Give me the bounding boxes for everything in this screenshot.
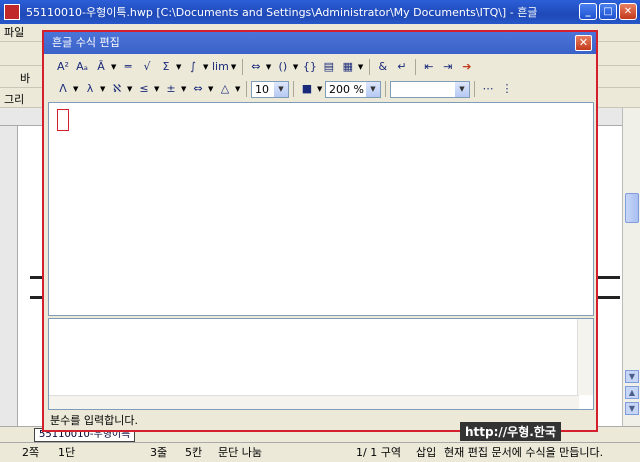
zoom-value: 200 % <box>329 82 364 96</box>
equation-toolbar-2: Λ ▼ λ ▼ ℵ ▼ ≤ ▼ ± ▼ ⇔ ▼ △ ▼ 10 ▼ ■ ▼ 200 % ▼ ▼ ⋯ ⋮ <box>48 78 594 100</box>
status-page: 2쪽 <box>22 446 40 459</box>
limit-icon[interactable]: lim <box>211 58 230 76</box>
minimize-button[interactable]: _ <box>579 3 597 20</box>
equation-script-area[interactable] <box>48 318 594 410</box>
bg-label-1: 바 <box>20 72 31 85</box>
status-column: 1단 <box>58 446 76 459</box>
equation-toolbar-1: A² Aₐ Ā ▼ ═ √ Σ ▼ ∫ ▼ lim ▼ ⇔ ▼ () ▼ {} ▤ ▦ ▼ &… <box>48 56 594 78</box>
scroll-thumb[interactable] <box>625 193 639 223</box>
font-size-select[interactable]: 10 ▼ <box>251 80 289 98</box>
root-icon[interactable]: √ <box>138 58 156 76</box>
spacing-icon[interactable]: ⋯ <box>479 80 497 98</box>
status-split: 문단 나눔 <box>218 446 262 459</box>
status-bar: 2쪽 1단 3줄 5칸 문단 나눔 1/ 1 구역 삽입 현재 편집 문서에 수… <box>0 442 640 462</box>
misc-symbol-icon[interactable]: △ <box>216 80 234 98</box>
vertical-dots-icon[interactable]: ⋮ <box>498 80 516 98</box>
page-up-icon[interactable]: ▲ <box>625 386 639 399</box>
dialog-title: 흔글 수식 편집 <box>44 32 596 54</box>
newline-icon[interactable]: ↵ <box>393 58 411 76</box>
prev-icon[interactable]: ⇤ <box>420 58 438 76</box>
vertical-ruler <box>0 126 18 426</box>
matrix-icon[interactable]: ▤ <box>320 58 338 76</box>
dialog-status-text: 분수를 입력합니다. <box>50 414 138 427</box>
font-size-value: 10 <box>255 82 269 96</box>
subscript-icon[interactable]: Aₐ <box>73 58 91 76</box>
page-down-icon[interactable]: ▼ <box>625 402 639 415</box>
bg-label-2: 그리 <box>4 93 25 106</box>
greek-upper-icon[interactable]: Λ <box>54 80 72 98</box>
script-vscroll[interactable] <box>577 319 593 395</box>
status-line: 3줄 <box>150 446 168 459</box>
brace-icon[interactable]: {} <box>301 58 319 76</box>
color-icon[interactable]: ■ <box>298 80 316 98</box>
insert-exit-icon[interactable]: ➔ <box>458 58 476 76</box>
script-hscroll[interactable] <box>49 395 579 409</box>
relation-icon[interactable]: ≤ <box>135 80 153 98</box>
watermark: http://우형.한국 <box>460 422 561 441</box>
fraction-icon[interactable]: ═ <box>119 58 137 76</box>
window-title: 55110010-우형이특.hwp [C:\Documents and Sett… <box>26 6 538 19</box>
equation-editor-dialog: 흔글 수식 편집 ✕ A² Aₐ Ā ▼ ═ √ Σ ▼ ∫ ▼ lim ▼ ⇔ ▼ ()… <box>42 30 598 432</box>
app-icon <box>4 4 20 20</box>
style-select[interactable]: ▼ <box>390 80 470 98</box>
next-icon[interactable]: ⇥ <box>439 58 457 76</box>
scroll-down-icon[interactable]: ▼ <box>625 370 639 383</box>
status-char: 5칸 <box>185 446 203 459</box>
special-char-icon[interactable]: ℵ <box>108 80 126 98</box>
operator-icon[interactable]: ± <box>162 80 180 98</box>
menu-file[interactable]: 파일 <box>4 26 24 39</box>
greek-lower-icon[interactable]: λ <box>81 80 99 98</box>
dialog-close-button[interactable]: ✕ <box>575 35 592 51</box>
status-mode: 삽입 <box>416 446 437 459</box>
grid-matrix-icon[interactable]: ▦ <box>339 58 357 76</box>
close-window-button[interactable]: ✕ <box>619 3 637 20</box>
status-section: 1/ 1 구역 <box>356 446 401 459</box>
accent-icon[interactable]: Ā <box>92 58 110 76</box>
parenthesis-icon[interactable]: () <box>274 58 292 76</box>
sum-icon[interactable]: Σ <box>157 58 175 76</box>
window-titlebar: 55110010-우형이특.hwp [C:\Documents and Sett… <box>0 0 640 24</box>
status-message: 현재 편집 문서에 수식을 만듭니다. <box>444 446 604 459</box>
fraction-placeholder[interactable] <box>57 109 69 131</box>
superscript-icon[interactable]: A² <box>54 58 72 76</box>
ampersand-icon[interactable]: & <box>374 58 392 76</box>
vertical-scrollbar[interactable]: ▼ ▲ ▼ <box>622 108 640 426</box>
maximize-button[interactable]: □ <box>599 3 617 20</box>
arrow-symbol-icon[interactable]: ⇔ <box>189 80 207 98</box>
equation-editor-area[interactable] <box>48 102 594 316</box>
zoom-select[interactable]: 200 % ▼ <box>325 80 381 98</box>
arrow-icon[interactable]: ⇔ <box>247 58 265 76</box>
integral-icon[interactable]: ∫ <box>184 58 202 76</box>
